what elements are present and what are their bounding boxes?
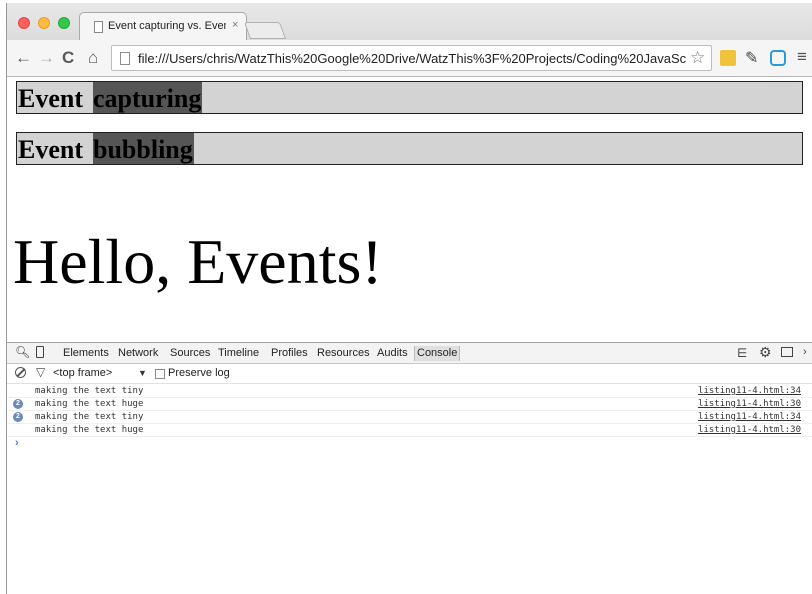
source-link[interactable]: listing11-4.html:34: [698, 386, 801, 396]
tab-console[interactable]: Console: [414, 346, 461, 361]
page-content: Event capturing Event bubbling Hello, Ev…: [7, 77, 812, 342]
tab-timeline[interactable]: Timeline: [218, 347, 259, 359]
devtools-panel: 🔍︎ Elements Network Sources Timeline Pro…: [7, 342, 812, 594]
prompt-chevron-icon: ›: [15, 437, 19, 449]
source-link[interactable]: listing11-4.html:34: [698, 412, 801, 422]
event-label: Event: [18, 84, 83, 113]
document-icon: [94, 21, 103, 33]
console-message: 2 making the text huge listing11-4.html:…: [7, 398, 812, 411]
url-text[interactable]: file:///Users/chris/WatzThis%20Google%20…: [138, 51, 686, 66]
device-mode-icon[interactable]: [36, 346, 44, 358]
console-message: 2 making the text tiny listing11-4.html:…: [7, 411, 812, 424]
tab-elements[interactable]: Elements: [63, 347, 109, 359]
console-drawer-icon[interactable]: ⋿: [737, 346, 747, 360]
tab-strip: Event capturing vs. Event bubbling ×: [7, 3, 812, 41]
page-info-icon[interactable]: [120, 52, 130, 65]
tab-audits[interactable]: Audits: [377, 347, 408, 359]
menu-icon[interactable]: ≡: [797, 47, 807, 67]
tab-resources[interactable]: Resources: [317, 347, 370, 359]
source-link[interactable]: listing11-4.html:30: [698, 399, 801, 409]
repeat-count-badge: 2: [13, 399, 23, 409]
tab-profiles[interactable]: Profiles: [271, 347, 308, 359]
eyedropper-icon[interactable]: ✎: [745, 48, 758, 68]
browser-window: Event capturing vs. Event bubbling × ← →…: [6, 3, 812, 594]
browser-toolbar: ← → C ⌂ file:///Users/chris/WatzThis%20G…: [7, 40, 812, 77]
repeat-count-badge: 2: [13, 412, 23, 422]
console-message-text: making the text tiny: [35, 412, 144, 422]
source-link[interactable]: listing11-4.html:30: [698, 425, 801, 435]
dock-side-icon[interactable]: [781, 347, 793, 357]
tab-sources[interactable]: Sources: [170, 347, 210, 359]
console-message: making the text huge listing11-4.html:30: [7, 424, 812, 437]
console-prompt[interactable]: ›: [7, 437, 812, 451]
frame-select[interactable]: <top frame>: [53, 367, 112, 379]
gear-icon[interactable]: ⚙: [759, 344, 772, 361]
console-message-text: making the text huge: [35, 425, 144, 435]
browser-tab[interactable]: Event capturing vs. Event bubbling ×: [79, 12, 247, 41]
bookmark-star-icon[interactable]: ☆: [690, 48, 705, 68]
reload-button[interactable]: C: [62, 48, 74, 68]
extension-box-icon[interactable]: [770, 50, 786, 66]
capturing-span[interactable]: capturing: [93, 82, 203, 113]
preserve-log-checkbox[interactable]: [155, 369, 165, 379]
preserve-log-label[interactable]: Preserve log: [168, 367, 230, 379]
bubbling-span[interactable]: bubbling: [93, 133, 194, 164]
event-label: Event: [18, 135, 83, 164]
zoom-window-icon[interactable]: [58, 17, 70, 29]
bubbling-bar[interactable]: Event bubbling: [16, 132, 803, 165]
console-messages: making the text tiny listing11-4.html:34…: [7, 385, 812, 451]
address-bar[interactable]: file:///Users/chris/WatzThis%20Google%20…: [111, 45, 712, 71]
close-window-icon[interactable]: [18, 17, 30, 29]
back-button[interactable]: ←: [15, 48, 32, 68]
hello-heading: Hello, Events!: [13, 226, 383, 297]
tab-network[interactable]: Network: [118, 347, 158, 359]
chevron-right-icon[interactable]: ›: [803, 346, 807, 358]
inspect-search-icon[interactable]: 🔍︎: [15, 345, 30, 359]
capturing-bar[interactable]: Event capturing: [16, 81, 803, 114]
home-button[interactable]: ⌂: [88, 48, 98, 68]
console-message: making the text tiny listing11-4.html:34: [7, 385, 812, 398]
tab-title: Event capturing vs. Event bubbling: [108, 20, 226, 32]
filter-icon[interactable]: ▽: [36, 365, 45, 379]
devtools-tab-bar: 🔍︎ Elements Network Sources Timeline Pro…: [7, 343, 812, 364]
clear-console-icon[interactable]: [15, 367, 26, 378]
console-filter-bar: ▽ <top frame> ▼ Preserve log: [7, 364, 812, 384]
forward-button[interactable]: →: [38, 48, 55, 68]
console-message-text: making the text tiny: [35, 386, 144, 396]
console-message-text: making the text huge: [35, 399, 144, 409]
tab-close-icon[interactable]: ×: [232, 19, 238, 31]
chevron-down-icon[interactable]: ▼: [138, 368, 147, 378]
extension-icon[interactable]: [720, 50, 736, 66]
new-tab-button[interactable]: [243, 22, 287, 39]
minimize-window-icon[interactable]: [38, 17, 50, 29]
